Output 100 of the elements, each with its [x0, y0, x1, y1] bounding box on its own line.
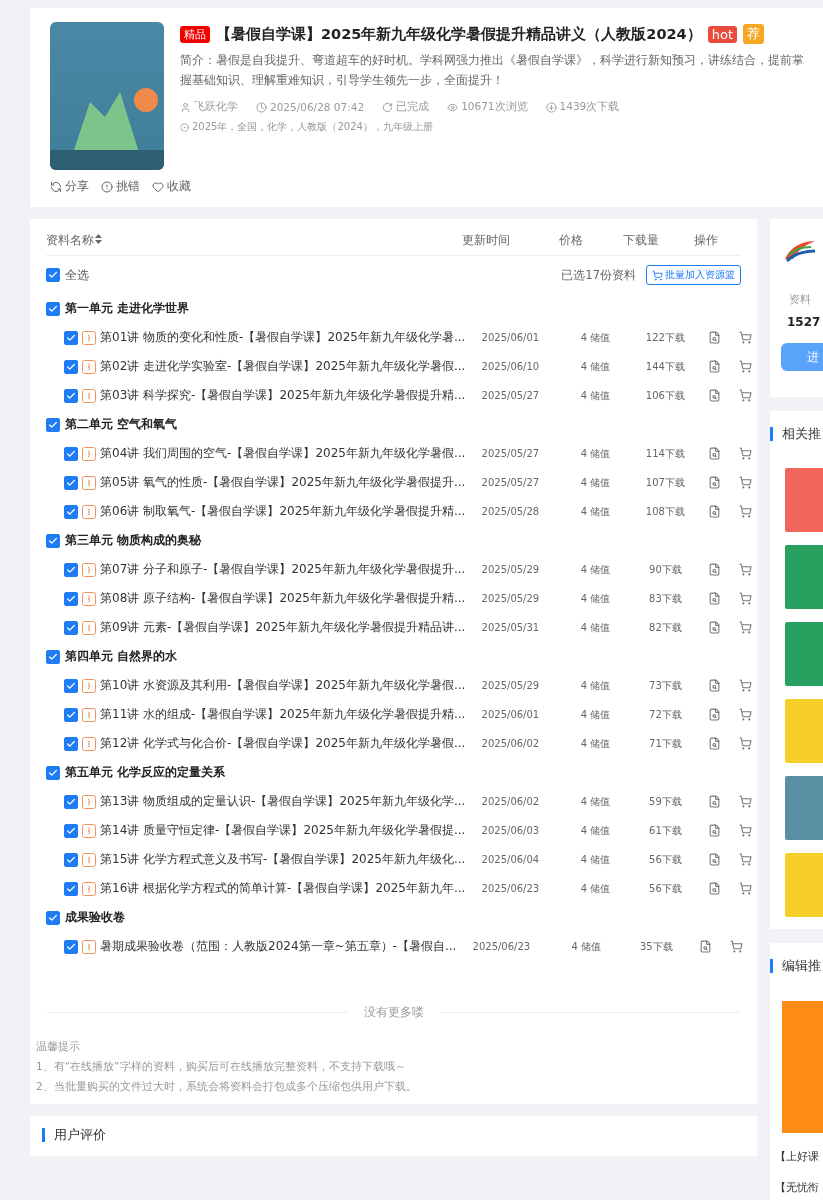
cart-icon[interactable]	[739, 331, 753, 344]
preview-icon[interactable]	[708, 853, 722, 866]
preview-icon[interactable]	[708, 563, 722, 576]
checkbox[interactable]	[46, 301, 60, 316]
cart-icon[interactable]	[739, 708, 753, 721]
preview-icon[interactable]	[708, 592, 722, 605]
resource-link[interactable]: 第14讲 质量守恒定律-【暑假自学课】2025年新九年级化学暑假提...	[100, 822, 466, 839]
section-title: 编辑推	[770, 959, 823, 973]
resource-link[interactable]: 第08讲 原子结构-【暑假自学课】2025年新九年级化学暑假提升精...	[100, 590, 466, 607]
action-link[interactable]: 挑错	[101, 178, 140, 195]
cart-icon[interactable]	[739, 389, 753, 402]
preview-icon[interactable]	[708, 621, 722, 634]
thumbnail-image[interactable]	[785, 545, 823, 609]
checkbox[interactable]	[64, 678, 78, 693]
checkbox[interactable]	[64, 620, 78, 635]
cart-icon[interactable]	[739, 505, 753, 518]
checkbox[interactable]	[64, 852, 78, 867]
cart-icon[interactable]	[730, 940, 744, 953]
select-all-label[interactable]: 全选	[65, 266, 89, 284]
date-cell-text: 2025/05/27	[480, 448, 541, 459]
cart-icon[interactable]	[739, 592, 753, 605]
checkbox[interactable]	[46, 765, 60, 780]
resource-link[interactable]: 第07讲 分子和原子-【暑假自学课】2025年新九年级化学暑假提升...	[100, 561, 466, 578]
downloads-cell-text: 61下载	[648, 823, 683, 838]
checkbox[interactable]	[64, 446, 78, 461]
check-icon	[66, 622, 76, 633]
preview-icon[interactable]	[708, 447, 722, 460]
cart-icon[interactable]	[739, 679, 753, 692]
preview-icon[interactable]	[708, 331, 722, 344]
unit-title: 第四单元 自然界的水	[65, 648, 178, 665]
sort-icon[interactable]	[95, 233, 102, 244]
preview-icon[interactable]	[708, 824, 722, 837]
resource-link[interactable]: 第16讲 根据化学方程式的简单计算-【暑假自学课】2025年新九年...	[100, 880, 466, 897]
preview-icon[interactable]	[708, 737, 722, 750]
resource-link[interactable]: 第04讲 我们周围的空气-【暑假自学课】2025年新九年级化学暑假...	[100, 445, 466, 462]
action-link[interactable]: 分享	[50, 178, 89, 195]
thumbnail-image[interactable]	[785, 853, 823, 917]
preview-icon[interactable]	[708, 679, 722, 692]
checkbox[interactable]	[64, 823, 78, 838]
resource-link[interactable]: 暑期成果验收卷（范围：人教版2024第一章~第五章）-【暑假自...	[100, 938, 457, 955]
premium-badge: 精品	[180, 25, 210, 43]
cart-icon[interactable]	[739, 563, 753, 576]
checkbox[interactable]	[64, 562, 78, 577]
resource-link[interactable]: 第11讲 水的组成-【暑假自学课】2025年新九年级化学暑假提升精...	[100, 706, 466, 723]
checkbox[interactable]	[46, 649, 60, 664]
checkbox[interactable]	[64, 794, 78, 809]
checkbox[interactable]	[64, 475, 78, 490]
thumbnail-image[interactable]	[785, 622, 823, 686]
resource-link[interactable]: 第05讲 氧气的性质-【暑假自学课】2025年新九年级化学暑假提升...	[100, 474, 466, 491]
meta-item: 已完成	[382, 100, 430, 114]
resource-link[interactable]: 第12讲 化学式与化合价-【暑假自学课】2025年新九年级化学暑假...	[100, 735, 466, 752]
cart-icon[interactable]	[739, 476, 753, 489]
preview-icon[interactable]	[708, 476, 722, 489]
cart-icon[interactable]	[739, 824, 753, 837]
checkbox[interactable]	[46, 268, 60, 282]
checkbox[interactable]	[64, 504, 78, 519]
resource-link[interactable]: 第02讲 走进化学实验室-【暑假自学课】2025年新九年级化学暑假...	[100, 358, 466, 375]
recommend-link[interactable]: 【上好课	[775, 1149, 823, 1164]
checkbox[interactable]	[64, 939, 78, 954]
checkbox[interactable]	[64, 591, 78, 606]
checkbox[interactable]	[46, 910, 60, 925]
checkbox[interactable]	[64, 330, 78, 345]
section-title: 用户评价	[42, 1128, 745, 1142]
preview-icon[interactable]	[708, 389, 722, 402]
preview-icon[interactable]	[708, 360, 722, 373]
cart-icon[interactable]	[739, 853, 753, 866]
resource-link[interactable]: 第13讲 物质组成的定量认识-【暑假自学课】2025年新九年级化学...	[100, 793, 466, 810]
thumbnail-image[interactable]	[785, 776, 823, 840]
checkbox[interactable]	[46, 533, 60, 548]
cart-icon[interactable]	[739, 737, 753, 750]
preview-icon[interactable]	[708, 882, 722, 895]
preview-icon[interactable]	[699, 940, 713, 953]
downloads-cell-text: 82下载	[648, 620, 683, 635]
resource-link[interactable]: 第10讲 水资源及其利用-【暑假自学课】2025年新九年级化学暑假...	[100, 677, 466, 694]
cart-icon[interactable]	[739, 447, 753, 460]
batch-add-button[interactable]: 批量加入资源篮	[646, 265, 741, 285]
preview-icon[interactable]	[708, 505, 722, 518]
checkbox[interactable]	[64, 736, 78, 751]
resource-link[interactable]: 第06讲 制取氧气-【暑假自学课】2025年新九年级化学暑假提升精...	[100, 503, 466, 520]
cart-icon[interactable]	[739, 621, 753, 634]
checkbox[interactable]	[64, 707, 78, 722]
recommend-link[interactable]: 【无忧衔	[775, 1180, 823, 1195]
checkbox[interactable]	[64, 359, 78, 374]
resource-link[interactable]: 第03讲 科学探究-【暑假自学课】2025年新九年级化学暑假提升精...	[100, 387, 466, 404]
resource-link[interactable]: 第15讲 化学方程式意义及书写-【暑假自学课】2025年新九年级化...	[100, 851, 466, 868]
cart-icon[interactable]	[739, 795, 753, 808]
resource-link[interactable]: 第09讲 元素-【暑假自学课】2025年新九年级化学暑假提升精品讲...	[100, 619, 466, 636]
checkbox[interactable]	[64, 881, 78, 896]
cart-icon[interactable]	[739, 360, 753, 373]
action-link[interactable]: 收藏	[152, 178, 191, 195]
checkbox[interactable]	[64, 388, 78, 403]
column-header[interactable]: 资料名称	[46, 231, 441, 249]
document-icon	[82, 388, 96, 403]
cart-icon[interactable]	[739, 882, 753, 895]
resource-link[interactable]: 第01讲 物质的变化和性质-【暑假自学课】2025年新九年级化学暑...	[100, 329, 466, 346]
thumbnail-image[interactable]	[785, 699, 823, 763]
checkbox[interactable]	[46, 417, 60, 432]
preview-icon[interactable]	[708, 708, 722, 721]
thumbnail-image[interactable]	[785, 468, 823, 532]
preview-icon[interactable]	[708, 795, 722, 808]
